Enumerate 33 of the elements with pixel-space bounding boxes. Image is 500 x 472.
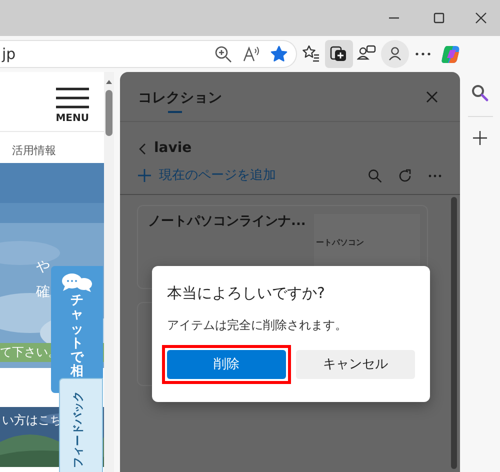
favorites-icon[interactable] — [301, 44, 321, 64]
add-icon[interactable] — [473, 131, 487, 145]
url-text: jp — [2, 44, 16, 65]
panel-title: コレクション — [138, 89, 222, 108]
close-button[interactable] — [426, 90, 438, 102]
scrollbar[interactable] — [451, 196, 457, 468]
feedback-tab[interactable]: フィードバック — [59, 378, 103, 472]
dialog-message: アイテムは完全に削除されます。 — [167, 317, 348, 334]
tab-indicator — [168, 111, 182, 113]
collections-button[interactable] — [325, 40, 353, 68]
card-title: ノートパソコンラインナ... — [148, 212, 307, 230]
read-aloud-icon[interactable] — [242, 45, 260, 63]
cancel-button[interactable]: キャンセル — [296, 350, 415, 379]
heading-text: や — [36, 258, 50, 278]
zoom-icon[interactable] — [214, 45, 232, 63]
nav-link[interactable]: 活用情報 — [0, 132, 104, 164]
refresh-icon[interactable] — [398, 168, 412, 183]
search-icon[interactable] — [471, 84, 489, 102]
back-icon[interactable] — [138, 142, 146, 154]
address-bar[interactable]: jp — [0, 40, 297, 68]
close-icon[interactable] — [474, 12, 486, 24]
profile-icon[interactable] — [381, 40, 409, 68]
delete-button[interactable]: 削除 — [167, 350, 286, 379]
menu-button[interactable]: MENU — [56, 87, 89, 131]
star-icon[interactable] — [270, 45, 288, 63]
chat-icon — [61, 272, 93, 292]
search-icon[interactable] — [368, 168, 382, 183]
collections-icon[interactable] — [329, 44, 349, 64]
copilot-icon[interactable] — [441, 44, 461, 64]
maximize-icon[interactable] — [432, 12, 444, 24]
heading-text: 確 — [36, 283, 50, 302]
back-button[interactable]: lavie — [138, 138, 192, 159]
chat-button[interactable]: チャットで相 — [51, 266, 103, 393]
